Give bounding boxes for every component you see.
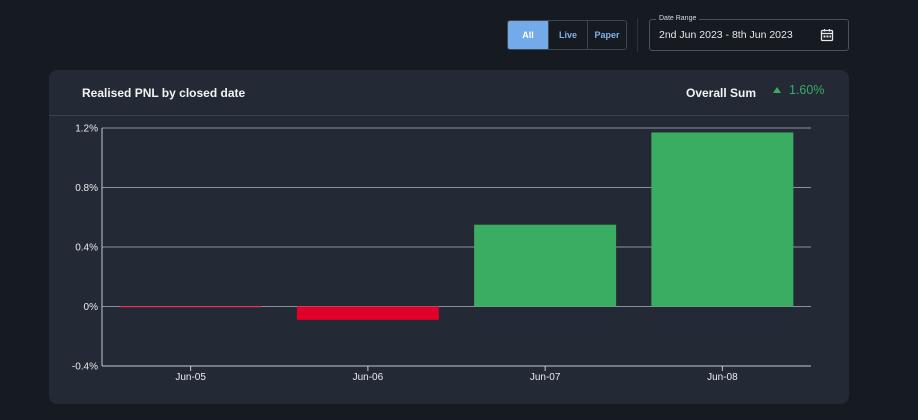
x-tick-label: Jun-07	[530, 372, 561, 383]
y-tick-label: 1.2%	[75, 124, 98, 135]
y-tick-label: -0.4%	[72, 362, 98, 373]
bar-jun-07	[474, 224, 617, 307]
y-tick-label: 0.8%	[75, 183, 98, 194]
pnl-bar-chart: -0.4% 0% 0.4% 0.8% 1.2% Jun-05 Jun-06 Jun-07 Jun…	[72, 124, 811, 383]
bar-jun-05	[119, 306, 262, 308]
x-tick-label: Jun-06	[353, 372, 384, 383]
x-tick-label: Jun-08	[707, 372, 738, 383]
bar-jun-06	[296, 306, 439, 320]
bar-jun-08	[651, 132, 794, 307]
y-tick-label: 0.4%	[75, 243, 98, 254]
x-tick-label: Jun-05	[175, 372, 206, 383]
y-tick-label: 0%	[84, 302, 99, 313]
